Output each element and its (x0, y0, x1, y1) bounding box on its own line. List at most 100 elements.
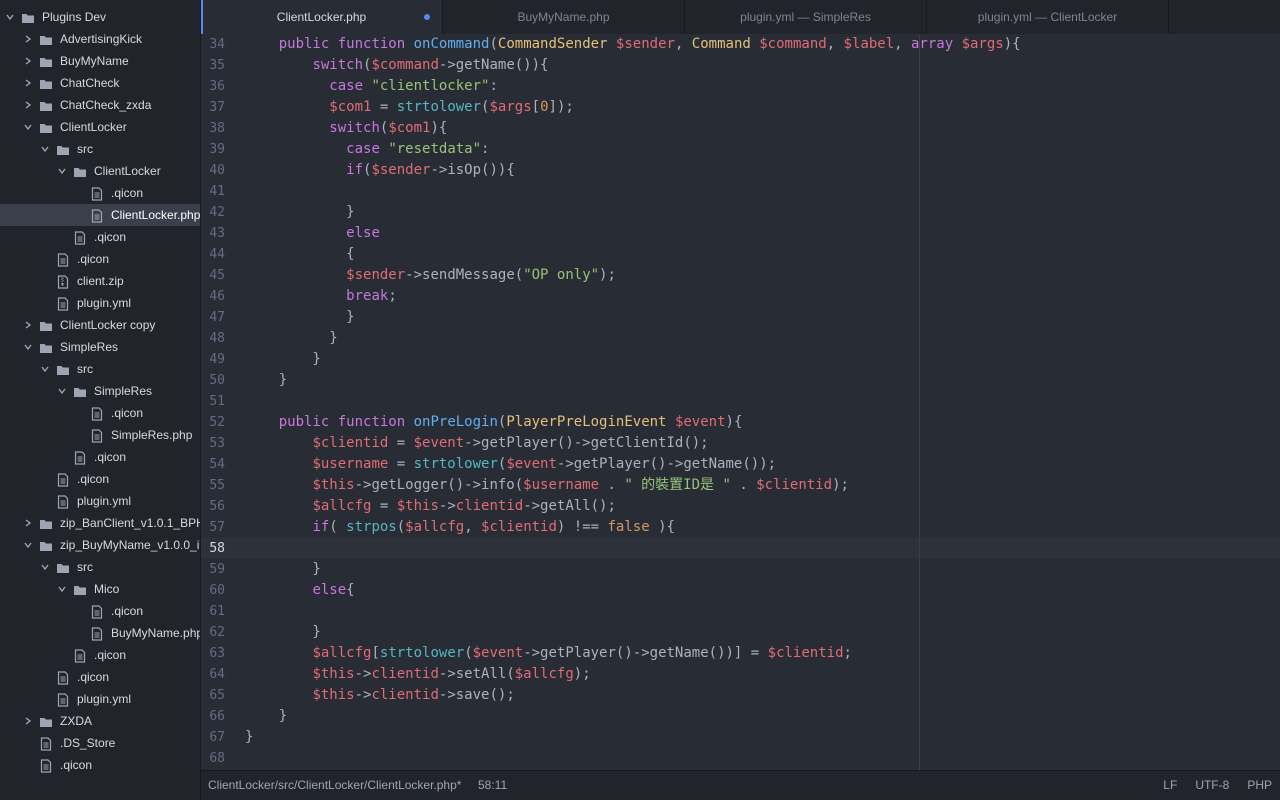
code-line[interactable] (245, 538, 1280, 559)
code-line[interactable]: } (245, 307, 1280, 328)
chevron-right-icon[interactable] (22, 72, 34, 94)
code-line[interactable]: break; (245, 286, 1280, 307)
tree-file[interactable]: client.zip (0, 270, 200, 292)
code-line[interactable]: $com1 = strtolower($args[0]); (245, 97, 1280, 118)
code-line[interactable]: $this->getLogger()->info($username . " 的… (245, 475, 1280, 496)
tree-folder[interactable]: ClientLocker copy (0, 314, 200, 336)
tree-folder[interactable]: zip_BanClient_v1.0.1_BPH1j (0, 512, 200, 534)
chevron-down-icon[interactable] (4, 6, 16, 28)
chevron-down-icon[interactable] (22, 336, 34, 358)
code-line[interactable]: } (245, 559, 1280, 580)
tree-file[interactable]: .qicon (0, 754, 200, 776)
code-line[interactable]: { (245, 244, 1280, 265)
editor-tab[interactable]: plugin.yml — SimpleRes (685, 0, 927, 34)
code-line[interactable]: $allcfg[strtolower($event->getPlayer()->… (245, 643, 1280, 664)
tree-folder[interactable]: ZXDA (0, 710, 200, 732)
code-line[interactable]: } (245, 370, 1280, 391)
chevron-right-icon[interactable] (22, 94, 34, 116)
tree-file[interactable]: .qicon (0, 402, 200, 424)
tree-file[interactable]: BuyMyName.php (0, 622, 200, 644)
status-encoding[interactable]: UTF-8 (1195, 771, 1229, 800)
tree-folder[interactable]: BuyMyName (0, 50, 200, 72)
code-line[interactable]: $allcfg = $this->clientid->getAll(); (245, 496, 1280, 517)
tree-file[interactable]: .qicon (0, 182, 200, 204)
code-line[interactable]: else (245, 223, 1280, 244)
status-grammar[interactable]: PHP (1247, 771, 1272, 800)
chevron-right-icon[interactable] (22, 314, 34, 336)
chevron-down-icon[interactable] (39, 556, 51, 578)
code-line[interactable]: case "resetdata": (245, 139, 1280, 160)
chevron-down-icon[interactable] (22, 534, 34, 556)
code-line[interactable]: } (245, 202, 1280, 223)
code-line[interactable]: } (245, 349, 1280, 370)
tree-folder[interactable]: src (0, 138, 200, 160)
tree-folder[interactable]: Mico (0, 578, 200, 600)
code-line[interactable]: } (245, 727, 1280, 748)
chevron-down-icon[interactable] (56, 160, 68, 182)
code-line[interactable]: public function onPreLogin(PlayerPreLogi… (245, 412, 1280, 433)
code-line[interactable]: switch($com1){ (245, 118, 1280, 139)
tree-folder[interactable]: SimpleRes (0, 336, 200, 358)
line-number-gutter[interactable]: 34 35 36 37 38 39 40 41 42 43 44 45 46 47 48 49 50 51 52 53… (201, 34, 241, 769)
modified-dot-icon[interactable] (424, 14, 430, 20)
editor-tab[interactable]: ClientLocker.php (201, 0, 443, 34)
tree-file[interactable]: .qicon (0, 468, 200, 490)
status-file-path[interactable]: ClientLocker/src/ClientLocker/ClientLock… (208, 771, 461, 800)
code-line[interactable]: else{ (245, 580, 1280, 601)
chevron-down-icon[interactable] (39, 138, 51, 160)
tree-folder[interactable]: ChatCheck (0, 72, 200, 94)
code-line[interactable] (245, 601, 1280, 622)
tree-file[interactable]: plugin.yml (0, 292, 200, 314)
code-line[interactable]: $username = strtolower($event->getPlayer… (245, 454, 1280, 475)
tree-file[interactable]: SimpleRes.php (0, 424, 200, 446)
code-line[interactable]: $sender->sendMessage("OP only"); (245, 265, 1280, 286)
tree-file[interactable]: .qicon (0, 446, 200, 468)
code-line[interactable] (245, 181, 1280, 202)
code-line[interactable]: $clientid = $event->getPlayer()->getClie… (245, 433, 1280, 454)
tree-folder[interactable]: ClientLocker (0, 160, 200, 182)
chevron-right-icon[interactable] (22, 28, 34, 50)
code-line[interactable] (245, 391, 1280, 412)
tree-folder[interactable]: ChatCheck_zxda (0, 94, 200, 116)
code-editor[interactable]: 34 35 36 37 38 39 40 41 42 43 44 45 46 47 48 49 50 51 52 53… (201, 34, 1280, 770)
code-line[interactable]: $this->clientid->save(); (245, 685, 1280, 706)
tree-folder[interactable]: Plugins Dev (0, 6, 200, 28)
code-line[interactable]: if( strpos($allcfg, $clientid) !== false… (245, 517, 1280, 538)
code-line[interactable]: case "clientlocker": (245, 76, 1280, 97)
status-line-ending[interactable]: LF (1163, 771, 1177, 800)
tree-folder[interactable]: src (0, 556, 200, 578)
tree-file[interactable]: plugin.yml (0, 490, 200, 512)
chevron-down-icon[interactable] (39, 358, 51, 380)
code-line[interactable]: public function onCommand(CommandSender … (245, 34, 1280, 55)
tree-file[interactable]: .qicon (0, 644, 200, 666)
tree-file[interactable]: .DS_Store (0, 732, 200, 754)
code-line[interactable]: } (245, 328, 1280, 349)
editor-tab[interactable]: BuyMyName.php (443, 0, 685, 34)
chevron-right-icon[interactable] (22, 50, 34, 72)
tree-file[interactable]: plugin.yml (0, 688, 200, 710)
editor-tab[interactable]: plugin.yml — ClientLocker (927, 0, 1169, 34)
tree-folder[interactable]: ClientLocker (0, 116, 200, 138)
tree-folder[interactable]: SimpleRes (0, 380, 200, 402)
tree-file[interactable]: .qicon (0, 226, 200, 248)
code-line[interactable]: $this->clientid->setAll($allcfg); (245, 664, 1280, 685)
code-line[interactable] (245, 748, 1280, 769)
tree-file[interactable]: .qicon (0, 248, 200, 270)
code-line[interactable]: switch($command->getName()){ (245, 55, 1280, 76)
code-line[interactable]: if($sender->isOp()){ (245, 160, 1280, 181)
tree-file[interactable]: ClientLocker.php (0, 204, 200, 226)
code-line[interactable]: } (245, 706, 1280, 727)
chevron-right-icon[interactable] (22, 710, 34, 732)
tree-file[interactable]: .qicon (0, 600, 200, 622)
chevron-right-icon[interactable] (22, 512, 34, 534)
tree-folder[interactable]: zip_BuyMyName_v1.0.0_iU7 (0, 534, 200, 556)
tree-folder[interactable]: AdvertisingKick (0, 28, 200, 50)
chevron-down-icon[interactable] (56, 380, 68, 402)
code-lines[interactable]: public function onCommand(CommandSender … (245, 34, 1280, 769)
chevron-down-icon[interactable] (56, 578, 68, 600)
tree-file[interactable]: .qicon (0, 666, 200, 688)
tree-folder[interactable]: src (0, 358, 200, 380)
status-cursor-position[interactable]: 58:11 (478, 771, 507, 800)
chevron-down-icon[interactable] (22, 116, 34, 138)
code-line[interactable]: } (245, 622, 1280, 643)
